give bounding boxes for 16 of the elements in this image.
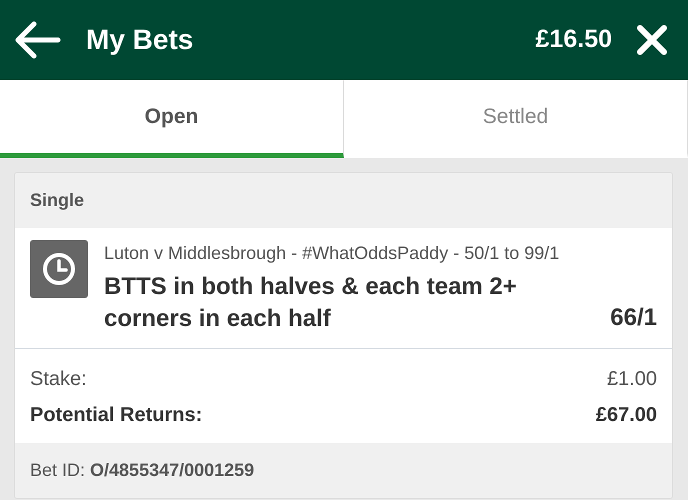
returns-label: Potential Returns: [30,402,202,428]
stake-value: £1.00 [606,366,657,392]
balance: £16.50 [536,24,612,56]
bet-id: Bet ID: O/4855347/0001259 [29,458,256,482]
event-name: Luton v Middlesbrough - #WhatOddsPaddy - 50/1 to 99/1 [104,242,560,265]
bet-type: Single [29,189,86,212]
tab[interactable]: Open [0,80,344,158]
page-title: My Bets [86,23,194,57]
returns-value: £67.00 [596,402,657,428]
close-button[interactable] [636,24,668,56]
odds: 66/1 [610,302,657,333]
close-icon [636,24,668,56]
tab[interactable]: Settled [344,80,688,158]
stake-label: Stake: [30,366,87,392]
clock-icon [30,240,88,298]
selection-name: BTTS in both halves & each team 2+ corners in each half [104,272,518,334]
